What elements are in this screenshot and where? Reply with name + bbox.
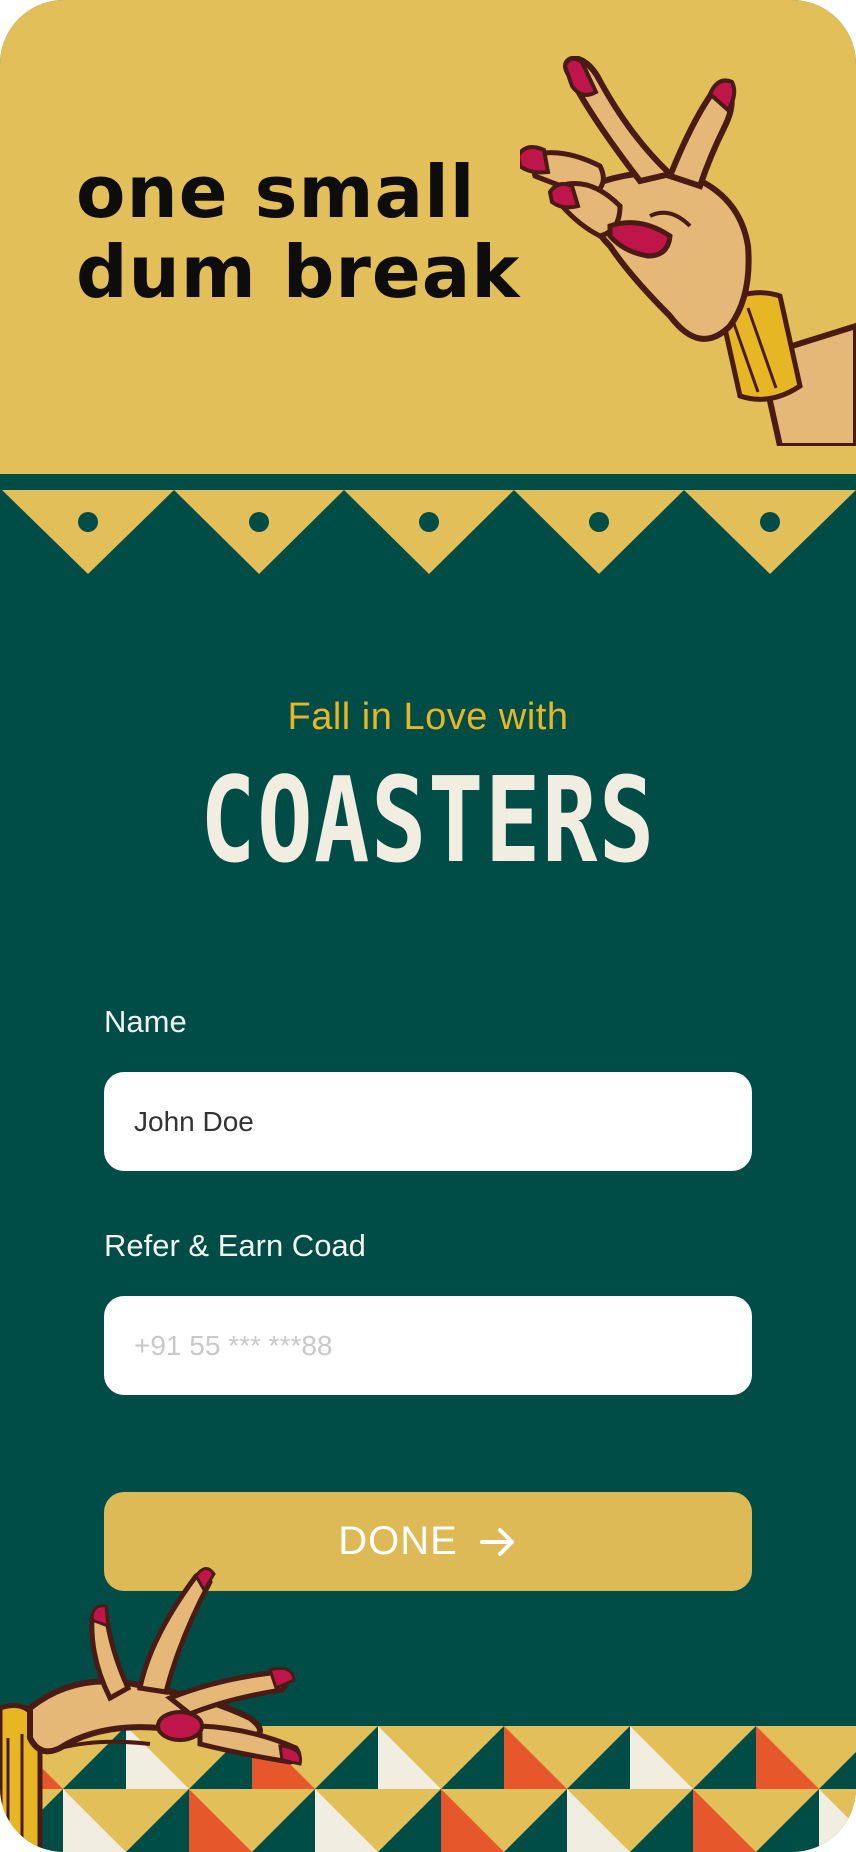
hero-banner: one small dum break: [0, 0, 856, 474]
name-input[interactable]: [104, 1072, 752, 1171]
name-label: Name: [104, 1004, 187, 1039]
arrow-right-icon: [479, 1527, 514, 1556]
bunting-decoration: [2, 490, 856, 574]
tagline: Fall in Love with: [287, 696, 569, 738]
app-screen: one small dum break Fall in Love with CO…: [0, 0, 856, 1852]
done-button-label: DONE: [338, 1519, 458, 1563]
hero-title: one small dum break: [76, 150, 521, 314]
brand-title: COASTERS: [200, 751, 656, 889]
dancer-hand-illustration: [0, 1567, 303, 1852]
mudra-hand-illustration: [520, 56, 856, 446]
referral-code-input[interactable]: [104, 1296, 752, 1395]
referral-label: Refer & Earn Coad: [104, 1228, 366, 1263]
